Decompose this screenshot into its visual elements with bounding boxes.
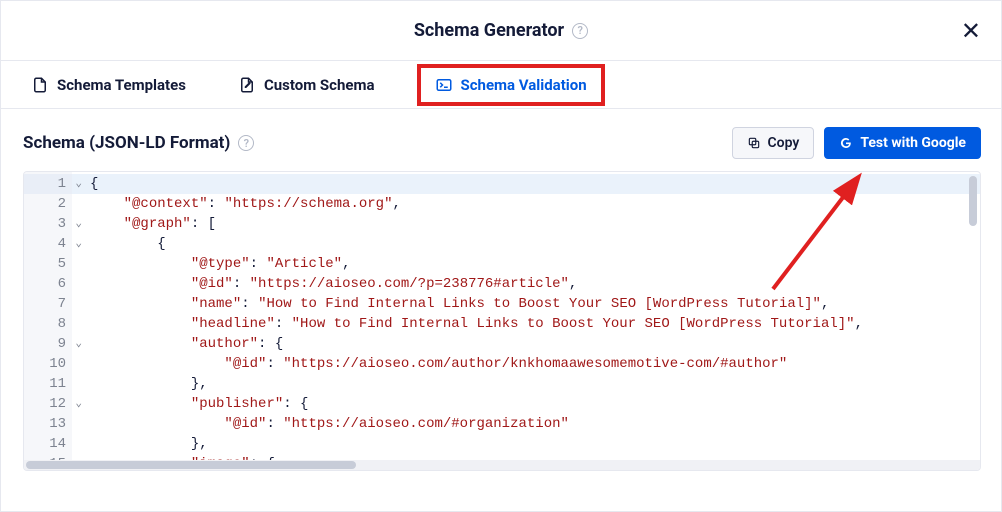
help-icon[interactable]: ?	[238, 135, 254, 151]
section-title: Schema (JSON-LD Format)	[23, 133, 230, 153]
pencil-file-icon	[238, 76, 256, 94]
code-line: {	[90, 234, 980, 254]
horizontal-scroll-thumb[interactable]	[26, 461, 356, 469]
line-number: 1	[24, 174, 72, 194]
line-number: 12	[24, 394, 72, 414]
line-number: 8	[24, 314, 72, 334]
code-area[interactable]: { "@context": "https://schema.org", "@gr…	[72, 172, 980, 470]
google-icon	[839, 136, 853, 150]
code-line: {	[72, 174, 980, 194]
copy-button[interactable]: Copy	[732, 127, 815, 159]
tab-label: Custom Schema	[264, 76, 375, 94]
line-number: 2	[24, 194, 72, 214]
code-line: "name": "How to Find Internal Links to B…	[90, 294, 980, 314]
line-number: 5	[24, 254, 72, 274]
code-editor[interactable]: 123456789101112131415 { "@context": "htt…	[23, 171, 981, 471]
tabs-row: Schema Templates Custom Schema Schema Va…	[1, 61, 1001, 109]
terminal-icon	[435, 76, 453, 94]
tab-custom-schema[interactable]: Custom Schema	[228, 70, 385, 100]
section-header: Schema (JSON-LD Format) ? Copy Test with…	[23, 127, 981, 159]
code-line: "@type": "Article",	[90, 254, 980, 274]
content-area: Schema (JSON-LD Format) ? Copy Test with…	[1, 109, 1001, 485]
tab-label: Schema Templates	[57, 76, 186, 94]
test-google-label: Test with Google	[860, 135, 966, 151]
line-number: 14	[24, 434, 72, 454]
copy-icon	[747, 136, 761, 150]
section-title-wrap: Schema (JSON-LD Format) ?	[23, 133, 254, 153]
code-line: "headline": "How to Find Internal Links …	[90, 314, 980, 334]
code-line: "@context": "https://schema.org",	[90, 194, 980, 214]
action-buttons: Copy Test with Google	[732, 127, 982, 159]
line-gutter: 123456789101112131415	[24, 172, 72, 470]
copy-label: Copy	[768, 135, 800, 151]
modal-header: Schema Generator ? ✕	[1, 1, 1001, 61]
line-number: 10	[24, 354, 72, 374]
code-line: "@id": "https://aioseo.com/?p=238776#art…	[90, 274, 980, 294]
modal-title-wrap: Schema Generator ?	[414, 20, 588, 41]
line-number: 6	[24, 274, 72, 294]
horizontal-scrollbar[interactable]	[24, 460, 980, 470]
line-number: 13	[24, 414, 72, 434]
modal-title: Schema Generator	[414, 20, 564, 41]
code-line: },	[90, 374, 980, 394]
line-number: 4	[24, 234, 72, 254]
tab-schema-validation[interactable]: Schema Validation	[417, 64, 605, 106]
line-number: 3	[24, 214, 72, 234]
schema-generator-modal: Schema Generator ? ✕ Schema Templates Cu…	[0, 0, 1002, 512]
code-line: "author": {	[90, 334, 980, 354]
line-number: 7	[24, 294, 72, 314]
file-icon	[31, 76, 49, 94]
tab-schema-templates[interactable]: Schema Templates	[21, 70, 196, 100]
code-line: "publisher": {	[90, 394, 980, 414]
tab-label: Schema Validation	[461, 76, 587, 94]
line-number: 11	[24, 374, 72, 394]
close-icon[interactable]: ✕	[961, 19, 981, 43]
code-line: },	[90, 434, 980, 454]
code-line: "@graph": [	[90, 214, 980, 234]
code-line: "@id": "https://aioseo.com/#organization…	[90, 414, 980, 434]
help-icon[interactable]: ?	[572, 23, 588, 39]
code-line: "@id": "https://aioseo.com/author/knkhom…	[90, 354, 980, 374]
test-google-button[interactable]: Test with Google	[824, 127, 981, 159]
vertical-scrollbar[interactable]	[969, 176, 977, 226]
line-number: 9	[24, 334, 72, 354]
